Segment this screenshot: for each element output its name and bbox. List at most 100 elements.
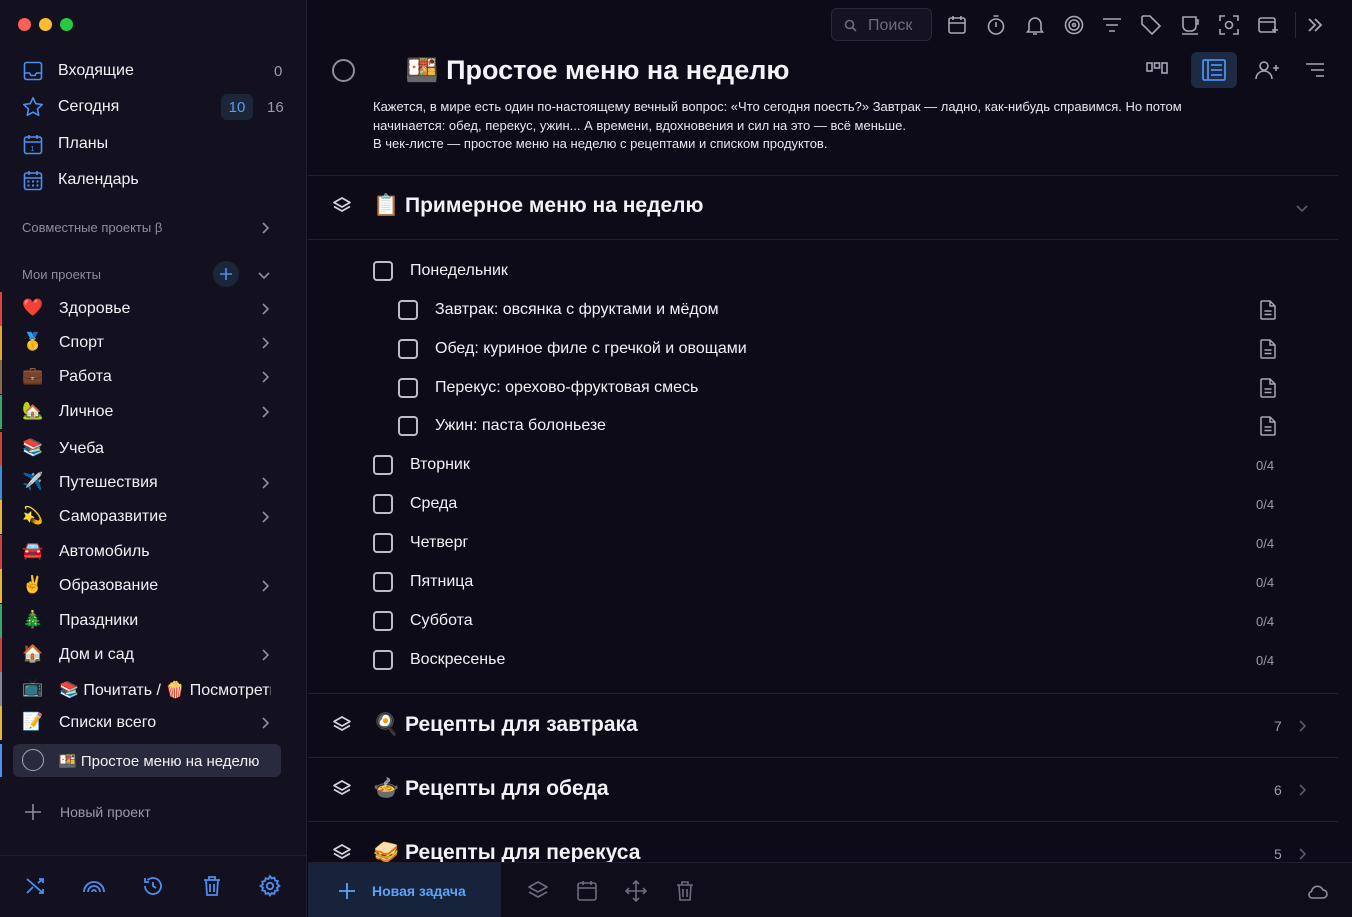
project-item[interactable]: ❤️ Здоровье <box>0 292 307 326</box>
list-view-button[interactable] <box>1191 52 1237 88</box>
trash-icon[interactable] <box>674 880 696 902</box>
chevron-right-icon[interactable] <box>258 579 272 593</box>
project-item-active[interactable]: 🍱 Простое меню на неделю <box>0 744 281 777</box>
layers-icon[interactable] <box>332 196 352 216</box>
section-title[interactable]: 🍳 Рецепты для завтрака <box>373 713 638 737</box>
chevron-right-icon[interactable] <box>258 336 272 350</box>
new-task-button[interactable]: Новая задача <box>308 863 501 917</box>
layers-icon[interactable] <box>332 779 352 799</box>
chevron-right-icon[interactable] <box>258 716 272 730</box>
note-icon[interactable] <box>1259 300 1277 320</box>
layers-icon[interactable] <box>332 715 352 735</box>
cup-icon[interactable] <box>1179 14 1201 36</box>
task-row[interactable]: Пятница 0/4 <box>373 568 1308 598</box>
subtask-row[interactable]: Ужин: паста болоньезе <box>398 412 1308 442</box>
calendar-icon[interactable] <box>576 880 598 902</box>
chevron-down-icon[interactable] <box>1295 201 1309 215</box>
task-checkbox[interactable] <box>398 416 418 436</box>
gear-icon[interactable] <box>258 874 282 898</box>
task-row[interactable]: Вторник 0/4 <box>373 451 1308 481</box>
project-item[interactable]: 💫 Саморазвитие <box>0 500 307 534</box>
subtask-row[interactable]: Обед: куриное филе с гречкой и овощами <box>398 335 1308 365</box>
project-description[interactable]: Кажется, в мире есть один по-настоящему … <box>373 98 1273 154</box>
subtask-row[interactable]: Завтрак: овсянка с фруктами и мёдом <box>398 296 1308 326</box>
task-checkbox[interactable] <box>398 378 418 398</box>
project-item[interactable]: 📺 📚 Почитать / 🍿 Посмотреть <box>0 672 307 706</box>
board-view-icon[interactable] <box>1146 59 1168 81</box>
task-row[interactable]: Среда 0/4 <box>373 490 1308 520</box>
chevron-right-icon[interactable] <box>1295 719 1309 733</box>
calendar-icon[interactable] <box>946 14 968 36</box>
task-checkbox[interactable] <box>373 261 393 281</box>
zoom-window-button[interactable] <box>60 18 73 31</box>
project-item[interactable]: 🎄 Праздники <box>0 604 307 638</box>
tag-icon[interactable] <box>1140 14 1162 36</box>
sort-menu-icon[interactable] <box>1304 59 1326 81</box>
task-checkbox[interactable] <box>373 611 393 631</box>
chevron-down-icon[interactable] <box>257 268 271 282</box>
signal-arcs-icon[interactable] <box>82 874 106 898</box>
task-checkbox[interactable] <box>373 533 393 553</box>
project-item[interactable]: 🏡 Личное <box>0 395 307 429</box>
section-title[interactable]: 📋 Примерное меню на неделю <box>373 194 703 218</box>
project-item[interactable]: ✌️ Образование <box>0 569 307 603</box>
double-chevron-right-icon[interactable] <box>1304 14 1326 36</box>
task-checkbox[interactable] <box>398 300 418 320</box>
chevron-right-icon[interactable] <box>1295 783 1309 797</box>
project-item[interactable]: 🏠 Дом и сад <box>0 638 307 672</box>
task-row[interactable]: Воскресенье 0/4 <box>373 646 1308 676</box>
chevron-right-icon[interactable] <box>258 370 272 384</box>
chevron-right-icon[interactable] <box>258 302 272 316</box>
project-item[interactable]: 💼 Работа <box>0 360 307 394</box>
close-window-button[interactable] <box>18 18 31 31</box>
stopwatch-icon[interactable] <box>985 14 1007 36</box>
project-complete-circle[interactable] <box>332 59 355 82</box>
focus-icon[interactable] <box>1218 14 1240 36</box>
shared-projects-label[interactable]: Совместные проекты β <box>22 220 162 235</box>
chevron-right-icon[interactable] <box>1295 847 1309 861</box>
add-project-button[interactable] <box>213 261 239 287</box>
project-item[interactable]: 🚘 Автомобиль <box>0 535 307 569</box>
nav-today[interactable]: Сегодня 10 16 <box>0 90 307 124</box>
task-checkbox[interactable] <box>373 650 393 670</box>
project-item[interactable]: 📝 Списки всего <box>0 706 307 740</box>
task-row[interactable]: Понедельник <box>373 257 1308 287</box>
project-title[interactable]: 🍱 Простое меню на неделю <box>405 54 789 86</box>
chevron-right-icon[interactable] <box>258 221 272 235</box>
project-item[interactable]: 🥇 Спорт <box>0 326 307 360</box>
task-checkbox[interactable] <box>373 494 393 514</box>
chevron-right-icon[interactable] <box>258 405 272 419</box>
move-icon[interactable] <box>625 880 647 902</box>
task-row[interactable]: Четверг 0/4 <box>373 529 1308 559</box>
nav-plans[interactable]: 1 Планы <box>0 127 307 161</box>
bell-icon[interactable] <box>1024 14 1046 36</box>
filter-icon[interactable] <box>1101 14 1123 36</box>
nav-calendar[interactable]: Календарь <box>0 163 307 197</box>
chevron-right-icon[interactable] <box>258 648 272 662</box>
subtask-row[interactable]: Перекус: орехово-фруктовая смесь <box>398 374 1308 404</box>
new-project-button[interactable]: Новый проект <box>0 797 307 827</box>
layers-icon[interactable] <box>527 880 549 902</box>
layers-icon[interactable] <box>332 843 352 863</box>
task-checkbox[interactable] <box>398 339 418 359</box>
task-checkbox[interactable] <box>373 455 393 475</box>
section-title[interactable]: 🍲 Рецепты для обеда <box>373 777 609 801</box>
minimize-window-button[interactable] <box>39 18 52 31</box>
task-checkbox[interactable] <box>373 572 393 592</box>
project-item[interactable]: 📚 Учеба <box>0 432 307 466</box>
chevron-right-icon[interactable] <box>258 510 272 524</box>
chevron-right-icon[interactable] <box>258 476 272 490</box>
project-item[interactable]: ✈️ Путешествия <box>0 466 307 500</box>
cloud-icon[interactable] <box>1306 881 1328 903</box>
task-row[interactable]: Суббота 0/4 <box>373 607 1308 637</box>
trash-icon[interactable] <box>200 874 224 898</box>
shuffle-icon[interactable] <box>24 874 48 898</box>
note-icon[interactable] <box>1259 416 1277 436</box>
nav-inbox[interactable]: Входящие 0 <box>0 54 307 88</box>
window-add-icon[interactable] <box>1257 14 1279 36</box>
note-icon[interactable] <box>1259 378 1277 398</box>
note-icon[interactable] <box>1259 339 1277 359</box>
search-input[interactable]: Поиск <box>831 8 932 41</box>
history-icon[interactable] <box>141 874 165 898</box>
add-user-icon[interactable] <box>1255 59 1281 81</box>
